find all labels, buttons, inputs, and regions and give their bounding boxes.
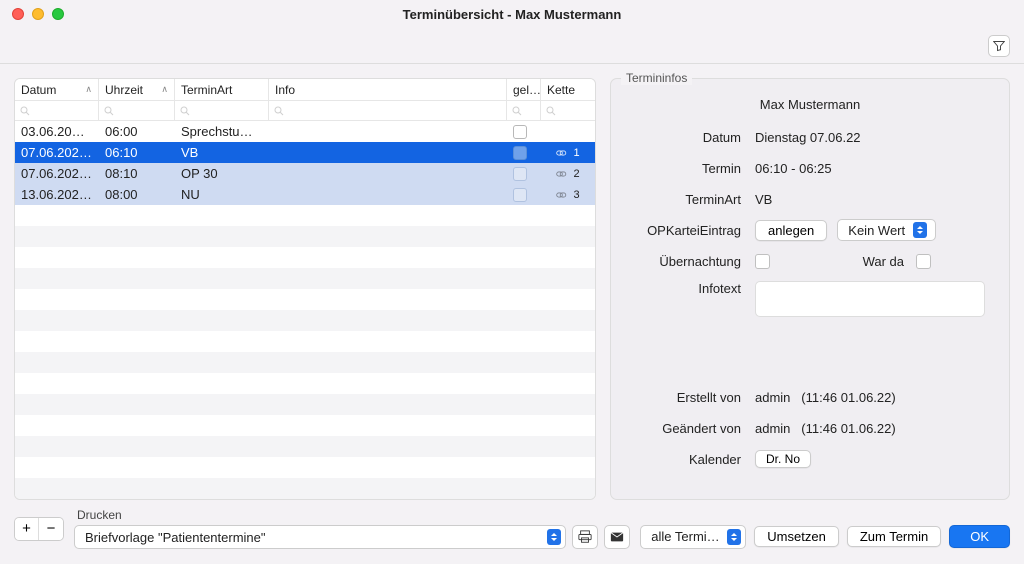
briefvorlage-value: Briefvorlage "Patiententermine": [85, 530, 547, 545]
value-termin: 06:10 - 06:25: [755, 161, 832, 176]
deleted-checkbox[interactable]: [513, 125, 527, 139]
deleted-checkbox[interactable]: [513, 188, 527, 202]
termininfos-legend: Termininfos: [621, 71, 692, 85]
erstellt-ts: (11:46 01.06.22): [801, 390, 895, 405]
anlegen-button[interactable]: anlegen: [755, 220, 827, 241]
print-button[interactable]: [572, 525, 598, 549]
warda-checkbox[interactable]: [916, 254, 931, 269]
table-row[interactable]: 07.06.202…08:10OP 30 2: [15, 163, 595, 184]
umsetzen-button[interactable]: Umsetzen: [754, 526, 839, 547]
label-kalender: Kalender: [625, 452, 755, 467]
label-geaendert: Geändert von: [625, 421, 755, 436]
termininfos-panel: Termininfos Max Mustermann DatumDienstag…: [610, 78, 1010, 500]
filter-info[interactable]: [269, 101, 507, 120]
add-button[interactable]: +: [15, 518, 39, 540]
ok-button[interactable]: OK: [949, 525, 1010, 548]
filter-datum[interactable]: [15, 101, 99, 120]
label-infotext: Infotext: [625, 281, 755, 296]
printer-icon: [578, 530, 592, 544]
label-warda: War da: [770, 254, 916, 269]
filter-row: [15, 101, 595, 121]
filter-button[interactable]: [988, 35, 1010, 57]
col-uhrzeit[interactable]: Uhrzeit∧: [99, 79, 175, 100]
table-row[interactable]: 07.06.202…06:10VB 1: [15, 142, 595, 163]
geaendert-user: admin: [755, 421, 790, 436]
col-kette[interactable]: Kette: [541, 79, 595, 100]
filter-kette[interactable]: [541, 101, 595, 120]
label-termin: Termin: [625, 161, 755, 176]
alle-termine-select[interactable]: alle Termi…: [640, 525, 746, 549]
add-remove-group: + −: [14, 517, 64, 541]
select-arrows-icon: [913, 222, 927, 238]
deleted-checkbox[interactable]: [513, 167, 527, 181]
titlebar: Terminübersicht - Max Mustermann: [0, 0, 1024, 28]
briefvorlage-select[interactable]: Briefvorlage "Patiententermine": [74, 525, 566, 549]
geaendert-ts: (11:46 01.06.22): [801, 421, 895, 436]
infotext-field[interactable]: [755, 281, 985, 317]
mail-button[interactable]: [604, 525, 630, 549]
col-terminart[interactable]: TerminArt: [175, 79, 269, 100]
label-uebernachtung: Übernachtung: [625, 254, 755, 269]
col-info[interactable]: Info: [269, 79, 507, 100]
select-arrows-icon: [727, 529, 741, 545]
filter-icon: [993, 40, 1005, 52]
remove-button[interactable]: −: [39, 518, 63, 540]
chain-icon: 2: [547, 168, 589, 180]
zum-termin-button[interactable]: Zum Termin: [847, 526, 941, 547]
label-erstellt: Erstellt von: [625, 390, 755, 405]
appointments-table: Datum∧ Uhrzeit∧ TerminArt Info gel… Kett…: [14, 78, 596, 500]
window-title: Terminübersicht - Max Mustermann: [0, 7, 1024, 22]
filter-gel[interactable]: [507, 101, 541, 120]
select-arrows-icon: [547, 529, 561, 545]
table-row[interactable]: 13.06.202…08:00NU 3: [15, 184, 595, 205]
table-row[interactable]: 03.06.20…06:00Sprechstu…: [15, 121, 595, 142]
label-opkartei: OPKarteiEintrag: [625, 223, 755, 238]
uebernachtung-checkbox[interactable]: [755, 254, 770, 269]
keinwert-select[interactable]: Kein Wert: [837, 219, 936, 241]
chain-icon: 3: [547, 189, 589, 201]
filter-terminart[interactable]: [175, 101, 269, 120]
patient-name: Max Mustermann: [625, 97, 995, 112]
deleted-checkbox[interactable]: [513, 146, 527, 160]
chain-icon: 1: [547, 147, 589, 159]
erstellt-user: admin: [755, 390, 790, 405]
col-geloescht[interactable]: gel…: [507, 79, 541, 100]
kalender-button[interactable]: Dr. No: [755, 450, 811, 468]
drucken-label: Drucken: [74, 508, 630, 522]
filter-uhrzeit[interactable]: [99, 101, 175, 120]
value-terminart: VB: [755, 192, 772, 207]
label-datum: Datum: [625, 130, 755, 145]
col-datum[interactable]: Datum∧: [15, 79, 99, 100]
mail-icon: [610, 530, 624, 544]
value-datum: Dienstag 07.06.22: [755, 130, 861, 145]
label-terminart: TerminArt: [625, 192, 755, 207]
